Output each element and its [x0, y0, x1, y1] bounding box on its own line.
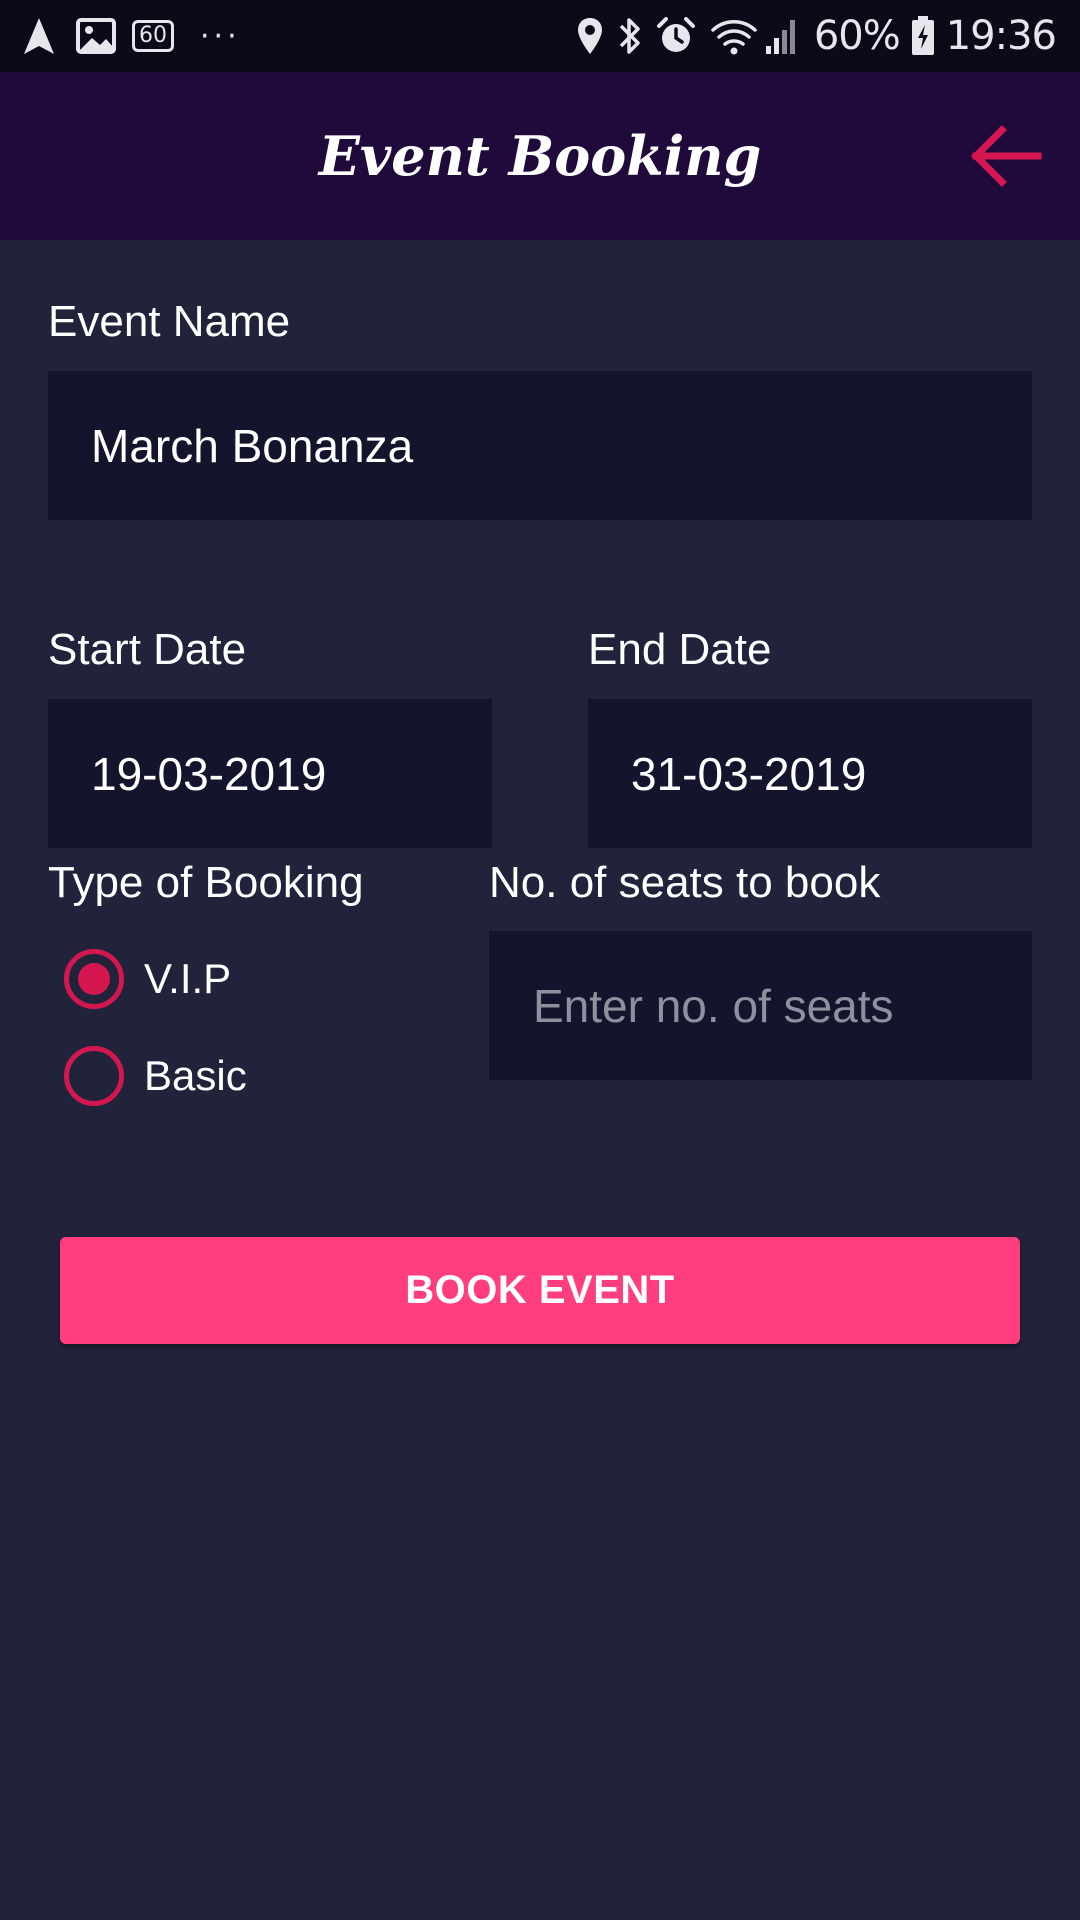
battery-percent: 60%: [813, 13, 901, 59]
bluetooth-icon: [619, 18, 640, 54]
status-left-icons: 60 ···: [22, 14, 241, 58]
book-event-button[interactable]: BOOK EVENT: [60, 1237, 1020, 1344]
radio-basic-label: Basic: [144, 1052, 247, 1099]
alarm-icon: [656, 17, 695, 52]
radio-basic[interactable]: Basic: [64, 1044, 247, 1108]
more-dots-icon: ···: [200, 18, 241, 54]
app-header: Event Booking: [0, 72, 1080, 240]
image-icon: [76, 18, 116, 54]
radio-dot: [78, 963, 110, 995]
end-date-label: End Date: [588, 625, 772, 674]
page-title: Event Booking: [318, 124, 762, 188]
radio-vip[interactable]: V.I.P: [64, 947, 231, 1011]
sixty-fps-icon: 60: [132, 20, 174, 52]
back-arrow-icon: [971, 125, 1042, 187]
seats-input[interactable]: [489, 931, 1032, 1080]
radio-unselected-icon[interactable]: [64, 1046, 124, 1106]
back-button[interactable]: [968, 118, 1044, 194]
status-bar: 60 ··· 60% 19:36: [0, 0, 1080, 72]
seats-label: No. of seats to book: [489, 858, 881, 907]
radio-vip-label: V.I.P: [144, 955, 232, 1002]
radio-selected-icon[interactable]: [64, 949, 124, 1009]
signal-icon: [765, 20, 795, 54]
booking-type-label: Type of Booking: [48, 858, 364, 907]
start-date-input[interactable]: [48, 699, 492, 848]
end-date-input[interactable]: [588, 699, 1032, 848]
event-name-input[interactable]: [48, 371, 1032, 520]
event-name-label: Event Name: [48, 297, 291, 346]
location-icon: [577, 18, 602, 54]
wifi-icon: [711, 20, 757, 55]
clock-time: 19:36: [945, 13, 1057, 59]
status-right-icons: 60% 19:36: [576, 12, 1057, 60]
battery-charging-icon: [911, 16, 934, 55]
start-date-label: Start Date: [48, 625, 247, 674]
navigation-icon: [24, 18, 54, 54]
